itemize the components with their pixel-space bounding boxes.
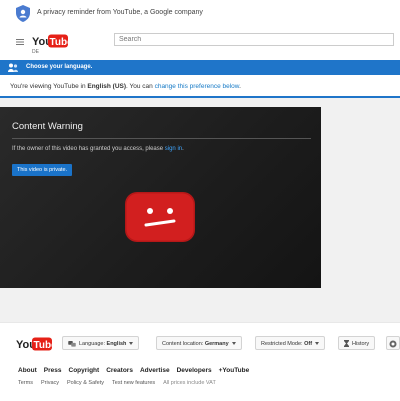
menu-icon[interactable] [16, 39, 24, 45]
private-video-button[interactable]: This video is private. [12, 164, 73, 176]
youtube-logo[interactable]: You Tube [32, 33, 68, 49]
footer-link-copyright[interactable]: Copyright [69, 367, 100, 374]
footer-secondary-links: Terms Privacy Policy & Safety Test new feat… [18, 380, 224, 386]
vat-note: All prices include VAT [163, 380, 216, 386]
content-location-value: Germany [204, 341, 229, 347]
footer-primary-links: About Press Copyright Creators Advertise Deve… [18, 367, 256, 374]
help-icon [389, 340, 397, 348]
hourglass-icon [344, 340, 349, 348]
language-notice-body: You're viewing YouTube in English (US). … [0, 75, 400, 98]
sad-youtube-icon [125, 192, 195, 242]
content-warning-message-text: If the owner of this video has granted y… [12, 146, 164, 152]
language-notice-suffix: . [239, 83, 241, 90]
footer-link-policy-safety[interactable]: Policy & Safety [67, 380, 104, 386]
people-icon [8, 63, 18, 72]
footer-link-about[interactable]: About [18, 367, 37, 374]
footer-youtube-logo[interactable]: You Tube [16, 336, 52, 352]
shield-person-icon [16, 5, 30, 22]
history-label: History [352, 341, 370, 347]
video-player: Content Warning If the owner of this vid… [0, 107, 321, 288]
footer-link-developers[interactable]: Developers [177, 367, 212, 374]
language-notice-prefix: You're viewing YouTube in [10, 83, 88, 90]
content-warning-message-end: . [182, 146, 184, 152]
divider [12, 138, 311, 139]
footer-link-press[interactable]: Press [44, 367, 62, 374]
restricted-mode-button[interactable]: Restricted Mode: Off [255, 336, 326, 350]
logo-tube-text: Tube [50, 37, 69, 48]
sign-in-link[interactable]: sign in [165, 146, 182, 152]
content-location-label: Content location: [162, 341, 204, 347]
content-warning-title: Content Warning [12, 121, 83, 132]
restricted-mode-value: Off [304, 341, 313, 347]
help-button[interactable] [386, 336, 400, 350]
current-language: English (US) [87, 83, 127, 90]
language-bubble-icon [68, 340, 76, 347]
privacy-reminder-bar: A privacy reminder from YouTube, a Googl… [0, 0, 400, 28]
search-input[interactable] [114, 33, 394, 46]
footer-link-advertise[interactable]: Advertise [140, 367, 170, 374]
region-code: DE [32, 49, 39, 55]
language-label: Language: [79, 341, 105, 347]
language-notice-title: Choose your language. [26, 64, 93, 70]
chevron-down-icon [129, 342, 134, 346]
change-preference-link[interactable]: change this preference below [155, 83, 240, 90]
footer-link-privacy[interactable]: Privacy [41, 380, 59, 386]
restricted-mode-label: Restricted Mode: [261, 341, 303, 347]
footer-link-creators[interactable]: Creators [106, 367, 133, 374]
language-value: English [106, 341, 127, 347]
language-notice-middle: . You can [126, 83, 155, 90]
privacy-reminder-text[interactable]: A privacy reminder from YouTube, a Googl… [37, 9, 203, 16]
language-notice-text: You're viewing YouTube in English (US). … [10, 83, 241, 90]
footer-link-test-new-features[interactable]: Test new features [112, 380, 155, 386]
content-warning-message: If the owner of this video has granted y… [12, 146, 184, 152]
content-location-button[interactable]: Content location: Germany [156, 336, 242, 350]
footer-link-plus-youtube[interactable]: +YouTube [219, 367, 250, 374]
chevron-down-icon [231, 342, 236, 346]
footer: You Tube Language: English Content locat… [0, 322, 400, 401]
history-button[interactable]: History [338, 336, 376, 350]
footer-link-terms[interactable]: Terms [18, 380, 33, 386]
chevron-down-icon [315, 342, 320, 346]
language-notice-header: Choose your language. [0, 60, 400, 75]
language-picker-button[interactable]: Language: English [62, 336, 140, 350]
footer-logo-tube-text: Tube [34, 340, 53, 351]
masthead: You Tube DE [0, 28, 400, 61]
